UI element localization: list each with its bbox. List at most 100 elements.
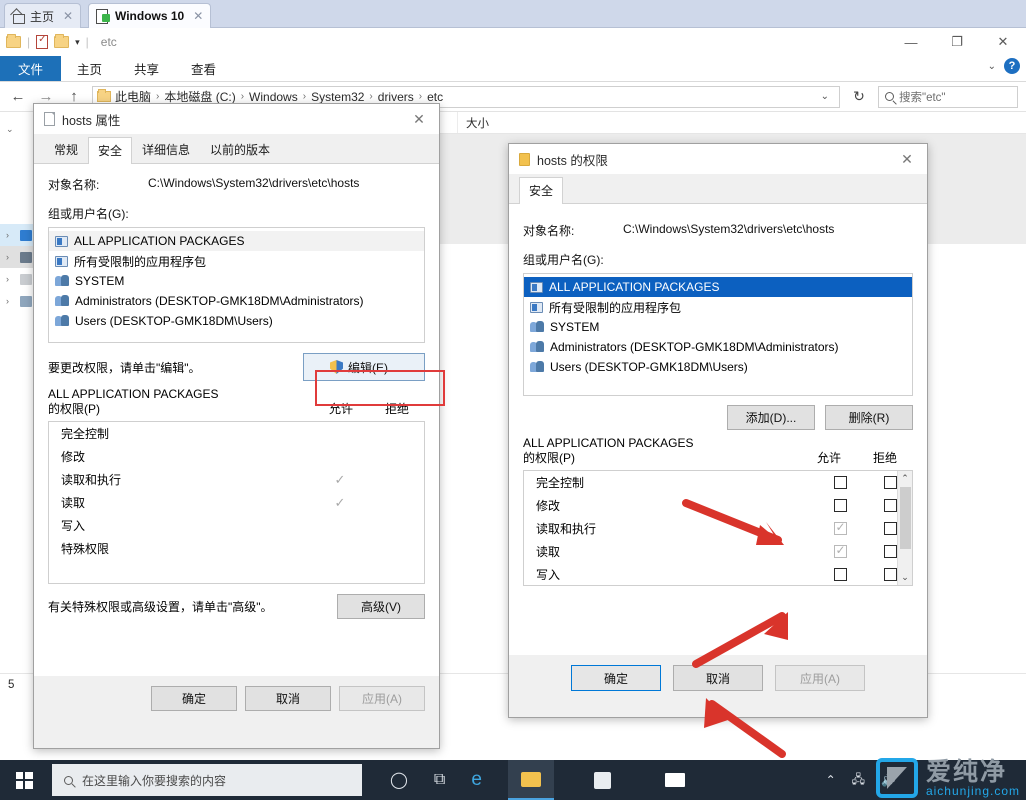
table-row: 读取和执行 xyxy=(524,517,912,540)
ribbon-tab-bar: 文件 主页 共享 查看 ⌄ ? xyxy=(0,56,1026,82)
close-icon[interactable]: ✕ xyxy=(193,9,203,23)
allow-checkbox-cell[interactable] xyxy=(812,476,868,489)
windows-setup-icon xyxy=(96,9,110,23)
allow-checkbox[interactable] xyxy=(834,499,847,512)
ok-button[interactable]: 确定 xyxy=(151,686,237,711)
scroll-up-icon[interactable]: ⌃ xyxy=(901,471,909,486)
allow-checkbox-cell[interactable] xyxy=(812,522,868,535)
task-view-icon[interactable]: ⧉ xyxy=(434,771,445,789)
deny-checkbox[interactable] xyxy=(884,568,897,581)
taskbar: 在这里输入你要搜索的内容 ◯ ⧉ e ⌃ 🖧 🔊 爱纯净 aichunjing.… xyxy=(0,760,1026,800)
network-icon[interactable]: 🖧 xyxy=(852,770,865,791)
quick-access-toolbar: | ▾ | etc xyxy=(6,35,117,49)
permissions-scrollbar[interactable]: ⌃ ⌄ xyxy=(897,471,912,585)
users-icon xyxy=(55,315,69,327)
allow-checkbox[interactable] xyxy=(834,568,847,581)
start-button[interactable] xyxy=(0,760,48,800)
allow-checkbox-cell[interactable] xyxy=(812,545,868,558)
deny-checkbox[interactable] xyxy=(884,476,897,489)
browser-tab-home[interactable]: 主页 ✕ xyxy=(4,3,81,28)
allow-checkbox[interactable] xyxy=(834,522,847,535)
close-icon[interactable]: ✕ xyxy=(399,104,439,134)
deny-checkbox[interactable] xyxy=(884,499,897,512)
list-item[interactable]: Administrators (DESKTOP-GMK18DM\Administ… xyxy=(49,291,424,311)
allow-checkbox-cell[interactable] xyxy=(812,499,868,512)
chevron-right-icon[interactable]: › xyxy=(6,252,15,262)
edge-icon[interactable]: e xyxy=(471,769,482,791)
cancel-button[interactable]: 取消 xyxy=(245,686,331,711)
ribbon-tab-share[interactable]: 共享 xyxy=(118,56,175,81)
back-button[interactable]: ← xyxy=(8,88,28,105)
chevron-right-icon[interactable]: › xyxy=(6,230,15,240)
microsoft-store-icon[interactable] xyxy=(580,760,626,800)
list-item[interactable]: Administrators (DESKTOP-GMK18DM\Administ… xyxy=(524,337,912,357)
tab-security[interactable]: 安全 xyxy=(88,137,132,164)
breadcrumb-item-4[interactable]: drivers xyxy=(378,90,414,104)
advanced-button[interactable]: 高级(V) xyxy=(337,594,425,619)
browser-tab-windows10[interactable]: Windows 10 ✕ xyxy=(88,3,211,28)
cortana-icon[interactable]: ◯ xyxy=(390,770,408,790)
close-button[interactable]: ✕ xyxy=(980,28,1026,56)
taskbar-search-input[interactable]: 在这里输入你要搜索的内容 xyxy=(52,764,362,796)
chevron-down-icon[interactable]: ⌄ xyxy=(6,124,15,135)
column-header-size[interactable]: 大小 xyxy=(457,112,557,133)
group-list[interactable]: ALL APPLICATION PACKAGES 所有受限制的应用程序包 SYS… xyxy=(48,227,425,343)
cancel-button[interactable]: 取消 xyxy=(673,665,763,691)
list-item-label: 所有受限制的应用程序包 xyxy=(549,299,681,316)
allow-checkbox[interactable] xyxy=(834,545,847,558)
list-item[interactable]: ALL APPLICATION PACKAGES xyxy=(49,231,424,251)
scroll-down-icon[interactable]: ⌄ xyxy=(901,570,909,585)
list-item-label: Administrators (DESKTOP-GMK18DM\Administ… xyxy=(75,294,364,308)
dialog-tab-bar: 安全 xyxy=(509,176,927,203)
mail-icon[interactable] xyxy=(652,760,698,800)
deny-checkbox[interactable] xyxy=(884,522,897,535)
chevron-right-icon[interactable]: › xyxy=(6,296,15,306)
maximize-button[interactable]: ❐ xyxy=(934,28,980,56)
search-input[interactable]: 搜索"etc" xyxy=(878,86,1018,108)
tab-general[interactable]: 常规 xyxy=(44,136,88,163)
list-item[interactable]: Users (DESKTOP-GMK18DM\Users) xyxy=(524,357,912,377)
breadcrumb-item-5[interactable]: etc xyxy=(427,90,443,104)
group-list[interactable]: ALL APPLICATION PACKAGES 所有受限制的应用程序包 SYS… xyxy=(523,273,913,396)
tab-security[interactable]: 安全 xyxy=(519,177,563,204)
scrollbar-thumb[interactable] xyxy=(900,487,911,549)
list-item[interactable]: SYSTEM xyxy=(49,271,424,291)
deny-checkbox[interactable] xyxy=(884,545,897,558)
close-icon[interactable]: ✕ xyxy=(887,144,927,174)
edit-button[interactable]: 编辑(E)... xyxy=(303,353,425,381)
permissions-list[interactable]: 完全控制 修改 读取和执行 读取 写入 xyxy=(523,470,913,586)
chevron-right-icon[interactable]: › xyxy=(6,274,15,284)
ribbon-tab-home[interactable]: 主页 xyxy=(61,56,118,81)
tab-previous-versions[interactable]: 以前的版本 xyxy=(200,136,280,163)
remove-button[interactable]: 删除(R) xyxy=(825,405,913,430)
ok-button[interactable]: 确定 xyxy=(571,665,661,691)
allow-checkbox[interactable] xyxy=(834,476,847,489)
help-icon[interactable]: ? xyxy=(1004,58,1020,74)
minimize-button[interactable]: — xyxy=(888,28,934,56)
chevron-down-icon[interactable]: ⌄ xyxy=(988,61,996,72)
ribbon-tab-view[interactable]: 查看 xyxy=(175,56,232,81)
breadcrumb-item-3[interactable]: System32 xyxy=(311,90,364,104)
list-item[interactable]: 所有受限制的应用程序包 xyxy=(49,251,424,271)
allow-checkbox-cell[interactable] xyxy=(812,568,868,581)
list-item[interactable]: SYSTEM xyxy=(524,317,912,337)
chevron-down-icon[interactable]: ▾ xyxy=(75,37,80,48)
breadcrumb-item-2[interactable]: Windows xyxy=(249,90,298,104)
show-hidden-icons-chevron[interactable]: ⌃ xyxy=(826,773,836,787)
browser-tab-strip: 主页 ✕ Windows 10 ✕ xyxy=(0,0,1026,28)
file-explorer-icon[interactable] xyxy=(508,760,554,800)
permissions-list[interactable]: 完全控制 修改 读取和执行 ✓ 读取 ✓ 写入 xyxy=(48,421,425,584)
list-item[interactable]: 所有受限制的应用程序包 xyxy=(524,297,912,317)
ribbon-tab-file[interactable]: 文件 xyxy=(0,56,61,81)
list-item[interactable]: Users (DESKTOP-GMK18DM\Users) xyxy=(49,311,424,331)
new-folder-icon[interactable] xyxy=(54,36,69,48)
tab-details[interactable]: 详细信息 xyxy=(132,136,200,163)
list-item[interactable]: ALL APPLICATION PACKAGES xyxy=(524,277,912,297)
properties-icon[interactable] xyxy=(36,35,48,49)
add-button[interactable]: 添加(D)... xyxy=(727,405,815,430)
permissions-title-line1: ALL APPLICATION PACKAGES xyxy=(523,436,694,450)
address-dropdown-icon[interactable]: ⌄ xyxy=(815,91,835,102)
table-row: 修改 xyxy=(49,445,424,468)
refresh-icon[interactable]: ↻ xyxy=(848,88,870,105)
close-icon[interactable]: ✕ xyxy=(63,9,73,23)
